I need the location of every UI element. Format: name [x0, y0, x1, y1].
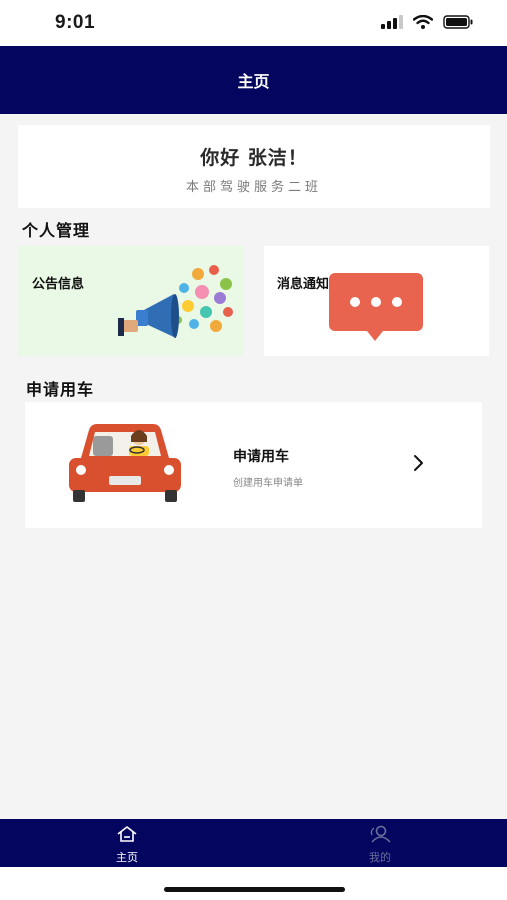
status-icons: [381, 15, 473, 29]
notice-card[interactable]: 公告信息: [18, 246, 243, 356]
apply-section-title: 申请用车: [26, 380, 95, 399]
status-time: 9:01: [55, 12, 96, 33]
message-card[interactable]: 消息通知: [264, 246, 489, 356]
tab-home[interactable]: 主页: [67, 819, 187, 867]
greeting-card: 你好 张洁！ 本部驾驶服务二班: [18, 125, 490, 208]
apply-card-description: 创建用车申请单: [233, 478, 303, 489]
personal-section-title: 个人管理: [22, 221, 91, 240]
chevron-right-icon[interactable]: [413, 454, 425, 472]
home-indicator[interactable]: [164, 887, 345, 892]
greeting-text: 你好 张洁！: [200, 147, 308, 169]
car-icon: [69, 424, 181, 502]
notice-card-label: 公告信息: [32, 277, 85, 292]
chat-bubble-icon: [329, 273, 423, 341]
message-card-label: 消息通知: [277, 277, 330, 292]
signal-icon: [381, 15, 403, 29]
home-icon: [117, 826, 137, 842]
tab-bar: 主页 我的: [0, 819, 507, 867]
page-title: 主页: [237, 72, 270, 91]
home-indicator-area: [0, 867, 507, 900]
megaphone-icon: [118, 265, 233, 338]
apply-card-title: 申请用车: [233, 449, 289, 465]
user-icon: [370, 825, 391, 843]
apply-card[interactable]: 申请用车 创建用车申请单: [25, 402, 482, 528]
tab-profile[interactable]: 我的: [320, 819, 440, 867]
greeting-subtitle: 本部驾驶服务二班: [185, 180, 322, 195]
wifi-icon: [413, 15, 433, 29]
battery-icon: [443, 15, 473, 29]
nav-bar: 主页: [0, 46, 507, 114]
tab-profile-label: 我的: [369, 851, 391, 864]
tab-home-label: 主页: [116, 851, 138, 864]
status-bar: 9:01: [0, 0, 507, 46]
